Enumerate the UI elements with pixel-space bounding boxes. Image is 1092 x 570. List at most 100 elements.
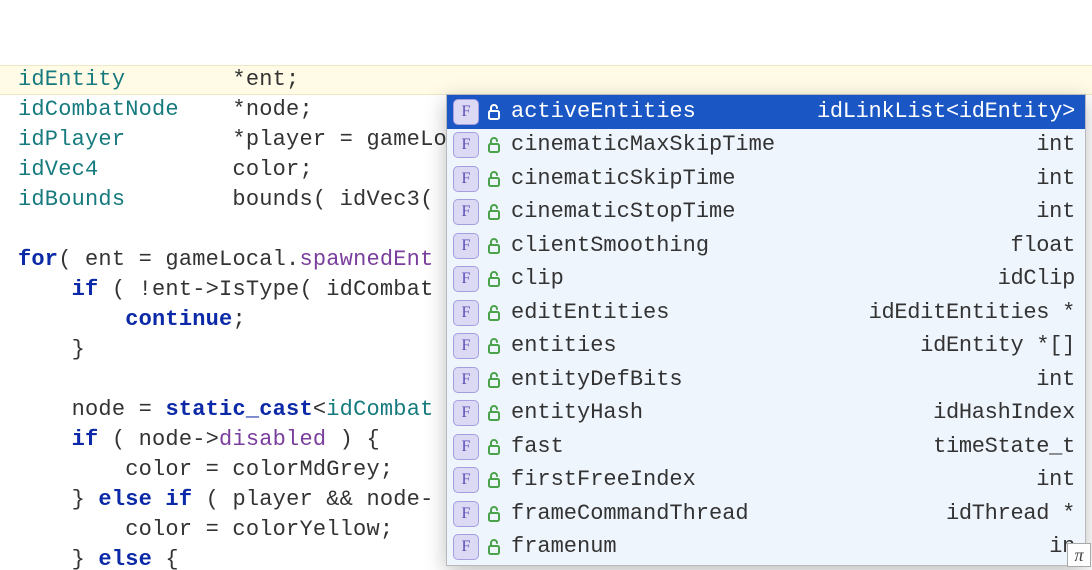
completion-item-type: idHashIndex: [933, 398, 1075, 428]
completion-item[interactable]: FfirstFreeIndexint: [447, 464, 1085, 498]
code-token: idCombatNode: [18, 97, 179, 122]
completion-item-name: clip: [511, 264, 564, 294]
code-token: ( !ent->IsType( idCombat: [98, 277, 433, 302]
unlocked-icon: [484, 270, 504, 288]
field-kind-icon: F: [453, 99, 479, 125]
completion-item[interactable]: Fframenumin: [447, 531, 1085, 565]
completion-item-name: editEntities: [511, 298, 669, 328]
field-kind-icon: F: [453, 166, 479, 192]
code-token: ( node->: [98, 427, 219, 452]
code-token: }: [18, 337, 85, 362]
code-token: if: [72, 427, 99, 452]
code-token: idEntity: [18, 67, 125, 92]
field-kind-icon: F: [453, 333, 479, 359]
completion-item[interactable]: FcinematicMaxSkipTime int: [447, 129, 1085, 163]
code-token: [18, 277, 72, 302]
completion-item-name: entityDefBits: [511, 365, 683, 395]
code-token: if: [72, 277, 99, 302]
completion-item-type: int: [1036, 365, 1075, 395]
completion-item[interactable]: FcinematicSkipTime int: [447, 162, 1085, 196]
field-kind-icon: F: [453, 434, 479, 460]
unlocked-icon: [484, 538, 504, 556]
completion-item[interactable]: FcinematicStopTimeint: [447, 196, 1085, 230]
field-kind-icon: F: [453, 367, 479, 393]
unlocked-icon: [484, 371, 504, 389]
code-token: static_cast: [165, 397, 312, 422]
completion-popup[interactable]: FactiveEntitiesidLinkList<idEntity>Fcine…: [446, 94, 1086, 566]
unlocked-icon: [484, 103, 504, 121]
pi-button[interactable]: π: [1067, 543, 1091, 567]
completion-item-type: idEntity *[]: [920, 331, 1075, 361]
completion-item-name: frameCommandThread: [511, 499, 749, 529]
field-kind-icon: F: [453, 233, 479, 259]
code-token: ) {: [326, 427, 380, 452]
completion-item-name: cinematicMaxSkipTime: [511, 130, 775, 160]
code-token: [18, 307, 125, 332]
code-token: idVec4: [18, 157, 98, 182]
completion-item-name: cinematicStopTime: [511, 197, 735, 227]
unlocked-icon: [484, 438, 504, 456]
unlocked-icon: [484, 337, 504, 355]
completion-item[interactable]: FentityHashidHashIndex: [447, 397, 1085, 431]
code-token: }: [18, 487, 98, 512]
field-kind-icon: F: [453, 300, 479, 326]
completion-item-type: float: [1010, 231, 1075, 261]
code-token: node =: [18, 397, 165, 422]
field-kind-icon: F: [453, 467, 479, 493]
field-kind-icon: F: [453, 501, 479, 527]
completion-item[interactable]: Ffast timeState_t: [447, 430, 1085, 464]
completion-item[interactable]: FactiveEntitiesidLinkList<idEntity>: [447, 95, 1085, 129]
code-token: *player = gameLocal.: [125, 127, 500, 152]
unlocked-icon: [484, 505, 504, 523]
completion-item-type: int: [1036, 164, 1075, 194]
code-line[interactable]: idEntity *ent;: [18, 65, 1092, 95]
code-token: {: [152, 547, 179, 570]
field-kind-icon: F: [453, 534, 479, 560]
code-token: color;: [98, 157, 312, 182]
completion-item-type: idEditEntities *: [869, 298, 1075, 328]
completion-item[interactable]: Fentities idEntity *[]: [447, 330, 1085, 364]
field-kind-icon: F: [453, 199, 479, 225]
unlocked-icon: [484, 136, 504, 154]
completion-item-name: clientSmoothing: [511, 231, 709, 261]
code-token: <: [313, 397, 326, 422]
completion-item-name: cinematicSkipTime: [511, 164, 735, 194]
completion-item-type: int: [1036, 130, 1075, 160]
code-token: ( player && node-: [192, 487, 433, 512]
completion-item-type: idClip: [998, 264, 1075, 294]
unlocked-icon: [484, 304, 504, 322]
completion-item[interactable]: FentityDefBits int: [447, 363, 1085, 397]
code-token: [18, 427, 72, 452]
field-kind-icon: F: [453, 132, 479, 158]
completion-item-name: entities: [511, 331, 617, 361]
field-kind-icon: F: [453, 400, 479, 426]
unlocked-icon: [484, 471, 504, 489]
code-token: spawnedEnt: [299, 247, 433, 272]
code-token: else: [98, 547, 152, 570]
unlocked-icon: [484, 237, 504, 255]
code-token: idPlayer: [18, 127, 125, 152]
unlocked-icon: [484, 203, 504, 221]
completion-item[interactable]: FframeCommandThread idThread *: [447, 497, 1085, 531]
code-token: color = colorMdGrey;: [18, 457, 393, 482]
completion-item[interactable]: FeditEntities idEditEntities *: [447, 296, 1085, 330]
pi-label: π: [1074, 540, 1083, 570]
code-token: color = colorYellow;: [18, 517, 393, 542]
completion-item-type: timeState_t: [933, 432, 1075, 462]
unlocked-icon: [484, 404, 504, 422]
code-token: disabled: [219, 427, 326, 452]
completion-item-name: fast: [511, 432, 564, 462]
code-token: *node;: [179, 97, 313, 122]
completion-item[interactable]: FclipidClip: [447, 263, 1085, 297]
code-token: idCombat: [326, 397, 433, 422]
completion-item[interactable]: FclientSmoothing float: [447, 229, 1085, 263]
completion-item-type: idLinkList<idEntity>: [817, 97, 1075, 127]
code-token: *ent;: [125, 67, 299, 92]
completion-item-name: framenum: [511, 532, 617, 562]
code-token: for: [18, 247, 58, 272]
completion-item-type: int: [1036, 465, 1075, 495]
completion-item-type: idThread *: [946, 499, 1075, 529]
code-token: ( ent = gameLocal.: [58, 247, 299, 272]
code-token: bounds( idVec3(: [125, 187, 433, 212]
code-token: idBounds: [18, 187, 125, 212]
